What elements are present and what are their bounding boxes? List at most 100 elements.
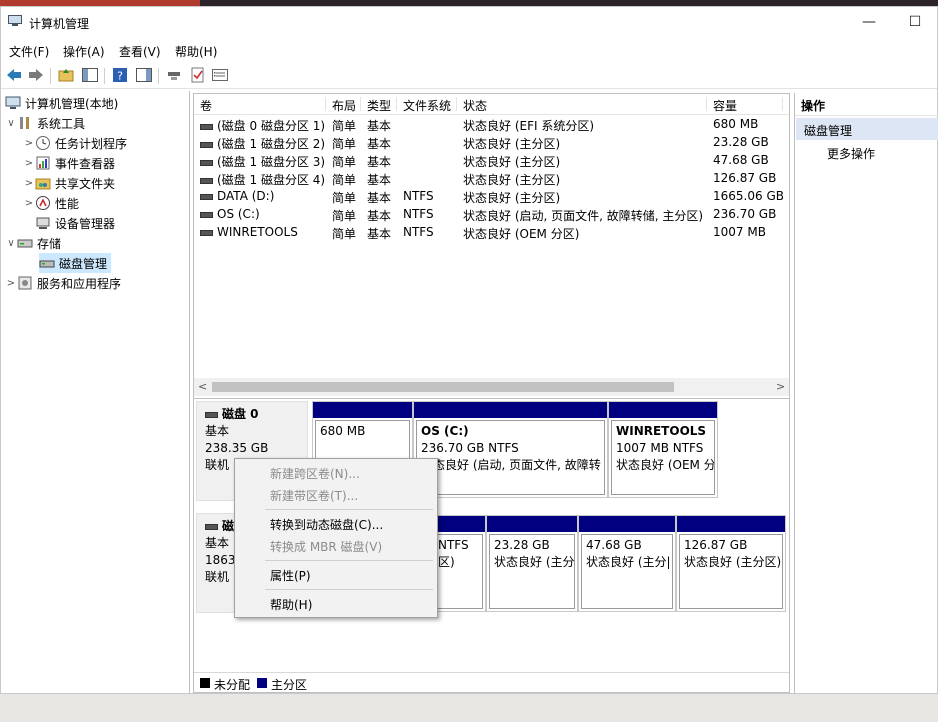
table-row[interactable]: (磁盘 0 磁盘分区 1) 简单 基本 状态良好 (EFI 系统分区) 680 … — [194, 115, 789, 133]
volume-type: 基本 — [367, 227, 392, 241]
volume-status: 状态良好 (主分区) — [463, 191, 561, 205]
menu-file[interactable]: 文件(F) — [9, 43, 49, 60]
chevron-right-icon[interactable]: > — [23, 178, 35, 189]
menu-item-properties[interactable]: 属性(P) — [270, 567, 311, 584]
chevron-down-icon[interactable]: ∨ — [5, 118, 17, 129]
primary-partition-bar — [487, 516, 577, 532]
menu-item-convert-mbr[interactable]: 转换成 MBR 磁盘(V) — [270, 538, 382, 555]
more-actions-link[interactable]: 更多操作 — [827, 145, 875, 162]
menu-separator — [265, 509, 433, 510]
actions-title: 操作 — [801, 99, 826, 113]
volume-layout: 简单 — [332, 173, 357, 187]
column-type[interactable]: 类型 — [361, 97, 397, 113]
volume-icon — [200, 177, 213, 184]
menu-help[interactable]: 帮助(H) — [175, 43, 217, 60]
tree-device-manager[interactable]: 设备管理器 — [35, 213, 115, 233]
volume-icon — [200, 193, 213, 200]
chevron-right-icon[interactable]: > — [5, 278, 17, 289]
tree-shared-folders[interactable]: > 共享文件夹 — [23, 173, 115, 193]
menu-item-help[interactable]: 帮助(H) — [270, 596, 312, 613]
tree-label-root: 计算机管理(本地) — [25, 96, 119, 111]
tree-performance[interactable]: > 性能 — [23, 193, 79, 213]
tree-root[interactable]: 计算机管理(本地) — [5, 93, 118, 113]
tree-services-apps[interactable]: > 服务和应用程序 — [5, 273, 121, 293]
chevron-right-icon[interactable]: > — [23, 158, 35, 169]
actions-section-disk-management[interactable]: 磁盘管理 — [796, 118, 938, 140]
partition-disk1-4[interactable]: 126.87 GB 状态良好 (主分区) — [676, 515, 786, 612]
partition-size: 236.70 GB NTFS — [421, 441, 519, 455]
legend-primary: 主分区 — [271, 678, 308, 692]
volume-status: 状态良好 (OEM 分区) — [463, 227, 580, 241]
volume-status: 状态良好 (主分区) — [463, 137, 561, 151]
maximize-button[interactable]: ☐ — [892, 7, 938, 37]
volume-fs: NTFS — [403, 225, 434, 239]
help-icon[interactable]: ? — [111, 66, 129, 84]
chevron-right-icon[interactable]: > — [23, 138, 35, 149]
partition-disk1-3[interactable]: 47.68 GB 状态良好 (主分| — [578, 515, 676, 612]
menu-item-new-striped-volume[interactable]: 新建带区卷(T)... — [270, 487, 358, 504]
volume-layout: 简单 — [332, 191, 357, 205]
tree-label-storage: 存储 — [37, 236, 62, 251]
scrollbar-thumb[interactable] — [212, 382, 674, 392]
properties-icon[interactable] — [211, 66, 229, 84]
minimize-button[interactable]: — — [846, 7, 892, 37]
horizontal-scrollbar[interactable]: < > — [194, 378, 789, 396]
table-row[interactable]: (磁盘 1 磁盘分区 4) 简单 基本 状态良好 (主分区) 126.87 GB — [194, 169, 789, 187]
storage-icon — [17, 235, 33, 251]
table-row[interactable]: WINRETOOLS 简单 基本 NTFS 状态良好 (OEM 分区) 1007… — [194, 223, 789, 241]
partition-name: WINRETOOLS — [616, 424, 707, 438]
table-row[interactable]: OS (C:) 简单 基本 NTFS 状态良好 (启动, 页面文件, 故障转储,… — [194, 205, 789, 223]
partition-size: 680 MB — [320, 424, 366, 438]
table-row[interactable]: (磁盘 1 磁盘分区 3) 简单 基本 状态良好 (主分区) 47.68 GB — [194, 151, 789, 169]
forward-icon[interactable] — [27, 66, 45, 84]
show-hide-console-tree-icon[interactable] — [81, 66, 99, 84]
column-volume[interactable]: 卷 — [194, 97, 326, 113]
volume-name: OS (C:) — [200, 207, 260, 221]
context-menu: 新建跨区卷(N)... 新建带区卷(T)... 转换到动态磁盘(C)... 转换… — [234, 458, 438, 618]
volume-layout: 简单 — [332, 209, 357, 223]
partition-status: 状态良好 (主分区) — [684, 555, 782, 569]
up-folder-icon[interactable] — [57, 66, 75, 84]
table-row[interactable]: (磁盘 1 磁盘分区 2) 简单 基本 状态良好 (主分区) 23.28 GB — [194, 133, 789, 151]
volume-capacity: 1007 MB — [713, 225, 766, 239]
column-filesystem[interactable]: 文件系统 — [397, 97, 457, 113]
tree-label-event-viewer: 事件查看器 — [55, 156, 116, 171]
partition-size: 126.87 GB — [684, 538, 748, 552]
services-icon — [17, 275, 33, 291]
tree-system-tools[interactable]: ∨ 系统工具 — [5, 113, 85, 133]
checklist-icon[interactable] — [189, 66, 207, 84]
tree-task-scheduler[interactable]: > 任务计划程序 — [23, 133, 127, 153]
toolbar-separator — [158, 68, 159, 84]
window-title: 计算机管理 — [29, 17, 90, 31]
menu-view[interactable]: 查看(V) — [119, 43, 161, 60]
show-hide-action-pane-icon[interactable] — [135, 66, 153, 84]
connect-icon[interactable] — [165, 66, 183, 84]
shared-folder-icon — [35, 175, 51, 191]
tree-storage[interactable]: ∨ 存储 — [5, 233, 61, 253]
menu-item-new-spanned-volume[interactable]: 新建跨区卷(N)... — [270, 465, 360, 482]
unallocated-swatch — [200, 678, 210, 688]
column-layout[interactable]: 布局 — [326, 97, 361, 113]
tree-label-disk-management: 磁盘管理 — [59, 256, 108, 271]
tree-disk-management[interactable]: 磁盘管理 — [39, 253, 112, 273]
table-row[interactable]: DATA (D:) 简单 基本 NTFS 状态良好 (主分区) 1665.06 … — [194, 187, 789, 205]
chevron-right-icon[interactable]: > — [23, 198, 35, 209]
scroll-right-icon[interactable]: > — [776, 380, 785, 393]
volume-name: (磁盘 0 磁盘分区 1) — [200, 117, 325, 134]
partition-winretools[interactable]: WINRETOOLS 1007 MB NTFS 状态良好 (OEM 分 — [608, 401, 718, 498]
tree-event-viewer[interactable]: > 事件查看器 — [23, 153, 115, 173]
volume-icon — [200, 159, 213, 166]
back-icon[interactable] — [5, 66, 23, 84]
partition-name: OS (C:) — [421, 424, 469, 438]
partition-os-c[interactable]: OS (C:) 236.70 GB NTFS 状态良好 (启动, 页面文件, 故… — [413, 401, 608, 498]
column-status[interactable]: 状态 — [457, 97, 707, 113]
column-capacity[interactable]: 容量 — [707, 97, 783, 113]
partition-disk1-2[interactable]: 23.28 GB 状态良好 (主分 — [486, 515, 578, 612]
chevron-down-icon[interactable]: ∨ — [5, 238, 17, 249]
scroll-left-icon[interactable]: < — [198, 380, 207, 393]
volume-layout: 简单 — [332, 119, 357, 133]
primary-partition-bar — [313, 402, 412, 418]
menu-action[interactable]: 操作(A) — [63, 43, 105, 60]
volume-icon — [200, 123, 213, 130]
menu-item-convert-dynamic[interactable]: 转换到动态磁盘(C)... — [270, 516, 383, 533]
